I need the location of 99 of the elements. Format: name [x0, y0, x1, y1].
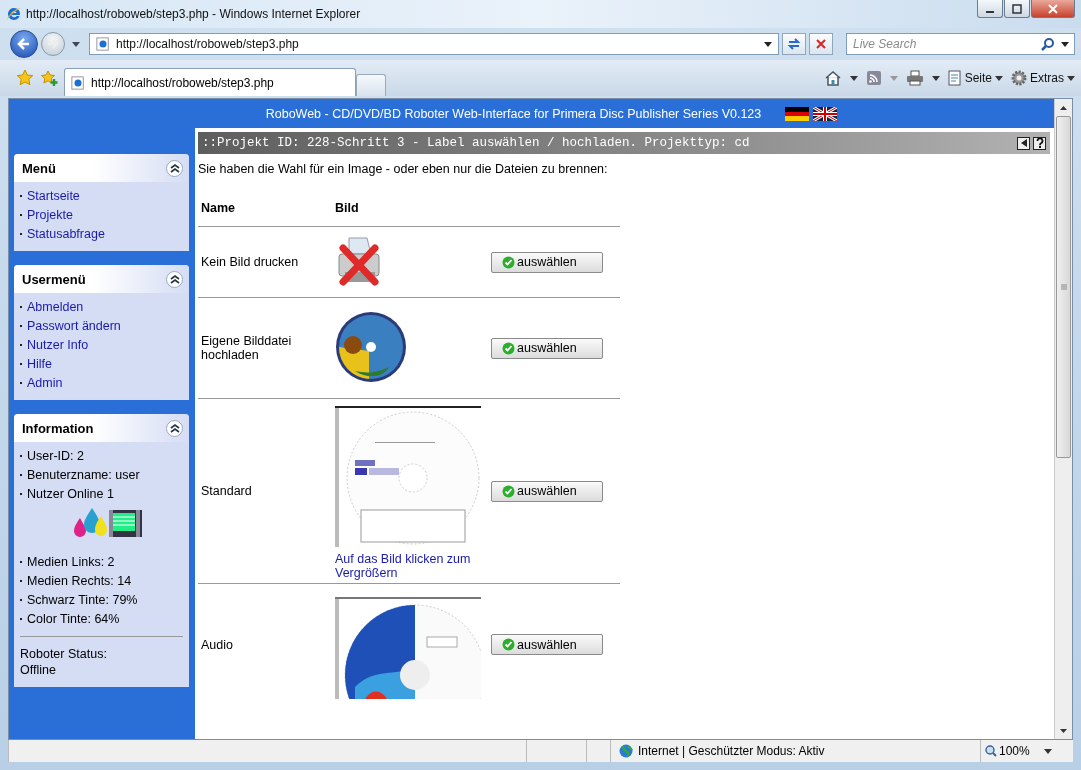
add-favorite-icon[interactable] — [40, 69, 58, 87]
stop-button[interactable] — [809, 33, 833, 55]
option-name: Kein Bild drucken — [201, 255, 299, 269]
info-text: Medien Links: 2 — [27, 554, 115, 569]
tools-menu[interactable]: Extras — [1011, 70, 1075, 86]
down-arrow-icon — [1060, 728, 1067, 733]
forward-arrow-icon — [46, 37, 60, 51]
page-menu[interactable]: Seite — [947, 70, 1003, 86]
sidebar-link[interactable]: Admin — [27, 375, 63, 390]
page-icon — [71, 75, 85, 90]
caret-icon[interactable] — [849, 75, 858, 81]
option-name: Eigene Bilddatei hochladen — [201, 334, 292, 362]
close-icon — [1047, 3, 1059, 14]
browser-tab[interactable]: http://localhost/roboweb/step3.php — [64, 68, 356, 96]
german-flag-icon[interactable] — [785, 106, 810, 121]
option-name: Standard — [201, 484, 252, 498]
close-button[interactable] — [1031, 0, 1075, 18]
checkmark-icon — [502, 638, 515, 651]
caret-icon — [1067, 75, 1075, 81]
site-header: RoboWeb - CD/DVD/BD Roboter Web-Interface for Primera Disc Publisher Series V0.123 — [265, 106, 762, 121]
back-arrow-icon — [16, 36, 32, 52]
minimize-icon — [986, 10, 994, 13]
gear-icon — [1011, 70, 1027, 86]
intro-text: Sie haben die Wahl für ein Image - oder eben nur die Dateien zu brennen: — [198, 162, 609, 176]
tab-title: http://localhost/roboweb/step3.php — [91, 75, 274, 90]
panel-title: Information — [22, 420, 94, 436]
column-header: Name — [201, 201, 236, 215]
search-icon[interactable] — [1041, 37, 1055, 51]
info-text: Schwarz Tinte: 79% — [27, 592, 138, 607]
sidebar-link[interactable]: Nutzer Info — [27, 337, 89, 352]
maximize-icon — [1012, 3, 1022, 14]
address-field[interactable]: http://localhost/roboweb/step3.php — [89, 33, 779, 55]
select-button[interactable]: auswählen — [491, 634, 603, 655]
window-title: http://localhost/roboweb/step3.php - Windows Internet Explorer — [26, 7, 361, 21]
scrollbar-thumb[interactable] — [1056, 116, 1071, 458]
caret-icon — [1043, 748, 1052, 754]
checkmark-icon — [502, 341, 515, 355]
enlarge-link[interactable]: Auf das Bild klicken zum Vergrößern — [335, 552, 485, 580]
sidebar-link[interactable]: Abmelden — [27, 299, 84, 314]
printer-icon[interactable] — [905, 70, 924, 86]
info-text: Nutzer Online 1 — [27, 486, 114, 501]
security-zone: Internet | Geschützter Modus: Aktiv — [638, 744, 825, 758]
sidebar-link[interactable]: Hilfe — [27, 356, 52, 371]
option-name: Audio — [201, 637, 233, 652]
info-text: Medien Rechts: 14 — [27, 573, 132, 588]
page-icon — [947, 70, 962, 86]
caret-icon[interactable] — [1061, 41, 1069, 47]
collapse-button[interactable] — [166, 419, 183, 437]
sidebar-link[interactable]: Passwort ändern — [27, 318, 121, 333]
page-icon — [96, 37, 110, 51]
ink-cartridges-drawing — [72, 506, 143, 538]
info-text: User-ID: 2 — [27, 448, 84, 463]
content-title: ::Projekt ID: 228-Schritt 3 - Label auswählen / hochladen. Projekttyp: cd — [202, 136, 751, 150]
select-button[interactable]: auswählen — [491, 337, 603, 359]
checkmark-icon — [502, 255, 515, 269]
uk-flag-icon[interactable] — [813, 106, 838, 121]
globe-icon — [619, 744, 633, 758]
status-label: Roboter Status: — [20, 647, 107, 661]
home-icon[interactable] — [823, 70, 842, 86]
zoom-button[interactable]: 100% — [980, 740, 1073, 762]
maximize-button[interactable] — [1004, 0, 1030, 18]
search-field[interactable]: Live Search — [846, 33, 1075, 55]
feed-icon[interactable] — [865, 70, 882, 86]
info-text: Color Tinte: 64% — [27, 611, 120, 626]
info-text: Benuterzname: user — [27, 467, 140, 482]
browser-logo-icon — [6, 6, 22, 22]
caret-icon[interactable] — [72, 41, 80, 47]
caret-icon[interactable] — [931, 75, 940, 81]
checkmark-icon — [502, 484, 515, 498]
back-button[interactable] — [10, 30, 38, 58]
caret-icon[interactable] — [764, 41, 772, 47]
stop-icon — [815, 38, 827, 50]
sidebar-link[interactable]: Projekte — [27, 207, 73, 222]
double-chevron-icon — [169, 163, 180, 173]
refresh-icon — [787, 37, 801, 51]
left-triangle-icon — [1020, 139, 1027, 147]
collapse-button[interactable] — [166, 159, 183, 177]
caret-icon — [995, 75, 1003, 81]
magnifier-icon — [985, 745, 997, 757]
select-button[interactable]: auswählen — [491, 480, 603, 502]
grip-icon — [1060, 284, 1067, 290]
printer-cross-icon — [335, 235, 383, 286]
panel-title: Menü — [22, 160, 56, 176]
collapse-button[interactable] — [166, 270, 183, 288]
minimize-button[interactable] — [977, 0, 1003, 18]
collapse-button[interactable] — [1017, 136, 1030, 150]
double-chevron-icon — [169, 274, 180, 284]
panel-title: Usermenü — [22, 271, 86, 287]
select-button[interactable]: auswählen — [491, 251, 603, 273]
status-value: Offline — [20, 663, 56, 677]
question-mark-icon — [1035, 138, 1044, 148]
double-chevron-icon — [169, 423, 180, 433]
sidebar-link[interactable]: Startseite — [27, 188, 80, 203]
refresh-button[interactable] — [782, 33, 806, 55]
favorites-star-icon[interactable] — [16, 69, 34, 87]
up-arrow-icon — [1060, 105, 1067, 110]
column-header: Bild — [335, 201, 359, 215]
help-button[interactable] — [1033, 136, 1046, 150]
sidebar-link[interactable]: Statusabfrage — [27, 226, 105, 241]
